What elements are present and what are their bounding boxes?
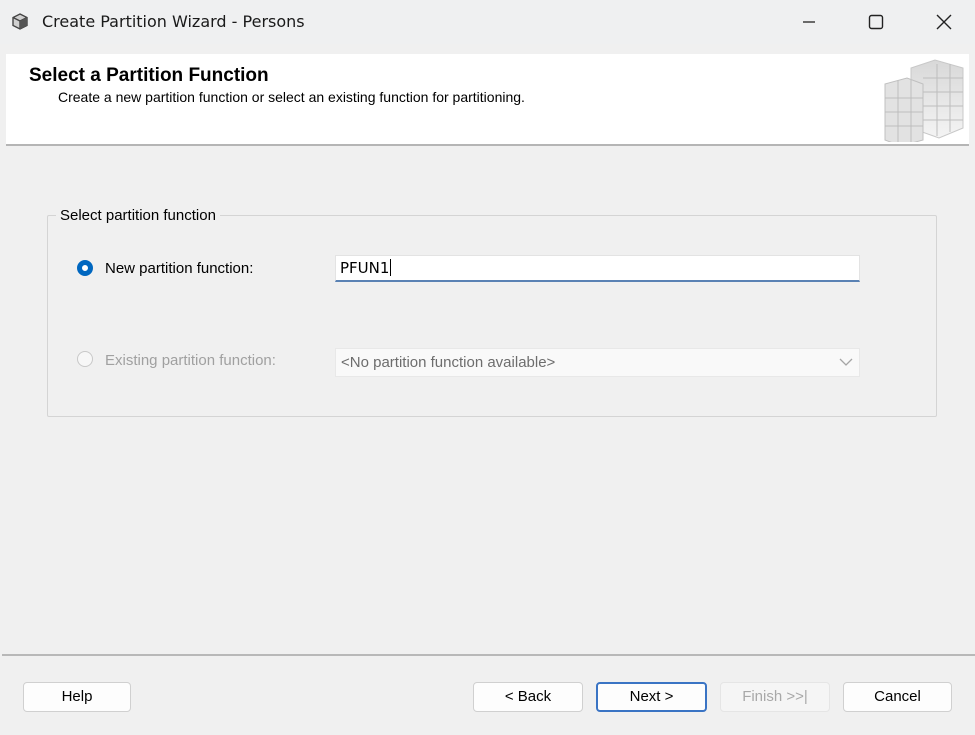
maximize-icon xyxy=(868,14,884,30)
group-label: Select partition function xyxy=(56,207,220,224)
page-title: Select a Partition Function xyxy=(29,65,269,86)
minimize-icon xyxy=(803,21,815,23)
dropdown-value: <No partition function available> xyxy=(341,354,556,371)
new-partition-function-radio[interactable] xyxy=(77,260,93,276)
next-button[interactable]: Next > xyxy=(596,682,707,712)
close-button[interactable] xyxy=(915,0,973,44)
existing-partition-function-radio[interactable] xyxy=(77,351,93,367)
new-partition-function-input[interactable]: PFUN1 xyxy=(335,255,860,282)
wizard-header: Select a Partition Function Create a new… xyxy=(6,54,969,146)
select-partition-function-group xyxy=(47,215,937,417)
finish-button[interactable]: Finish >>| xyxy=(720,682,830,712)
existing-partition-function-dropdown[interactable]: <No partition function available> xyxy=(335,348,860,377)
window-title: Create Partition Wizard - Persons xyxy=(42,12,305,31)
partition-function-name-value: PFUN1 xyxy=(340,259,390,277)
title-bar: Create Partition Wizard - Persons xyxy=(0,0,975,44)
partition-cube-graphic xyxy=(884,59,964,142)
page-subtitle: Create a new partition function or selec… xyxy=(58,89,525,105)
back-button[interactable]: < Back xyxy=(473,682,583,712)
new-partition-function-label[interactable]: New partition function: xyxy=(105,260,253,277)
minimize-button[interactable] xyxy=(780,0,838,44)
maximize-button[interactable] xyxy=(847,0,905,44)
footer-divider xyxy=(2,654,975,656)
existing-partition-function-label[interactable]: Existing partition function: xyxy=(105,352,276,369)
cancel-button[interactable]: Cancel xyxy=(843,682,952,712)
chevron-down-icon xyxy=(839,358,853,366)
cube-app-icon xyxy=(12,13,28,30)
text-caret xyxy=(390,259,392,276)
close-icon xyxy=(936,14,952,30)
help-button[interactable]: Help xyxy=(23,682,131,712)
